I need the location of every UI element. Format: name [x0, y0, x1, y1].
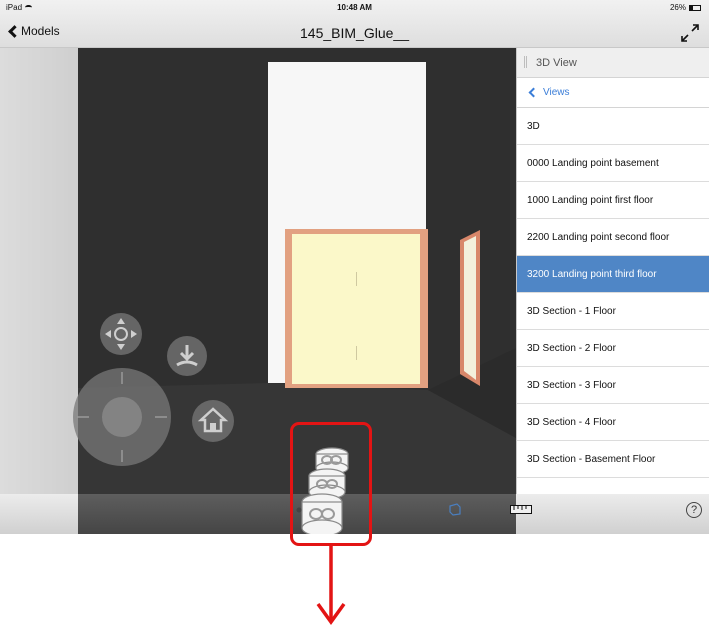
- help-icon: ?: [690, 504, 698, 516]
- back-chevron-icon: [8, 24, 21, 38]
- help-button[interactable]: ?: [686, 502, 702, 518]
- view-item[interactable]: 3200 Landing point third floor: [517, 256, 709, 293]
- panel-title: 3D View: [536, 57, 577, 69]
- view-item[interactable]: 3D Section - Basement Floor: [517, 441, 709, 478]
- battery-icon: [689, 4, 701, 11]
- side-door: [460, 230, 480, 386]
- look-down-icon: [176, 345, 198, 367]
- home-view-control[interactable]: [192, 400, 234, 442]
- annotation-highlight-box: [290, 422, 372, 546]
- back-chevron-icon: [528, 87, 539, 98]
- door-panel: [292, 234, 420, 384]
- view-item[interactable]: 3D Section - 4 Floor: [517, 404, 709, 441]
- status-time: 10:48 AM: [337, 3, 372, 12]
- views-back-label: Views: [543, 87, 570, 98]
- view-item[interactable]: 0000 Landing point basement: [517, 145, 709, 182]
- joystick-knob[interactable]: [102, 397, 142, 437]
- view-list: 3D 0000 Landing point basement 1000 Landin…: [517, 108, 709, 478]
- 3d-views-panel: 3D View Views 3D 0000 Landing point basem…: [516, 48, 709, 494]
- navigation-bar: iPad 10:48 AM 26% Models 145_BIM_Glue__: [0, 0, 709, 48]
- look-down-control[interactable]: [167, 336, 207, 376]
- pan-pad-control[interactable]: [100, 313, 142, 355]
- status-battery: 26%: [670, 3, 701, 12]
- views-back-button[interactable]: Views: [517, 78, 709, 108]
- view-item[interactable]: 3D Section - 1 Floor: [517, 293, 709, 330]
- models-back-button[interactable]: Models: [6, 24, 60, 38]
- model-title: 145_BIM_Glue__: [300, 25, 409, 41]
- left-side-strip: [0, 48, 78, 494]
- measure-ruler-icon[interactable]: [510, 505, 532, 514]
- battery-percent: 26%: [669, 3, 686, 12]
- annotation-down-arrow-icon: [316, 544, 346, 625]
- view-item[interactable]: 2200 Landing point second floor: [517, 219, 709, 256]
- panel-header: 3D View: [517, 48, 709, 78]
- view-item[interactable]: 3D Section - 2 Floor: [517, 330, 709, 367]
- home-icon: [197, 407, 229, 433]
- movement-joystick[interactable]: [73, 368, 171, 466]
- expand-icon[interactable]: [679, 22, 701, 44]
- pan-pad-icon: [105, 318, 137, 350]
- drag-grip-icon[interactable]: [524, 56, 527, 68]
- back-button-label: Models: [21, 24, 60, 38]
- view-item[interactable]: 1000 Landing point first floor: [517, 182, 709, 219]
- view-item[interactable]: 3D: [517, 108, 709, 145]
- view-item[interactable]: 3D Section - 3 Floor: [517, 367, 709, 404]
- section-cube-icon[interactable]: [448, 502, 462, 516]
